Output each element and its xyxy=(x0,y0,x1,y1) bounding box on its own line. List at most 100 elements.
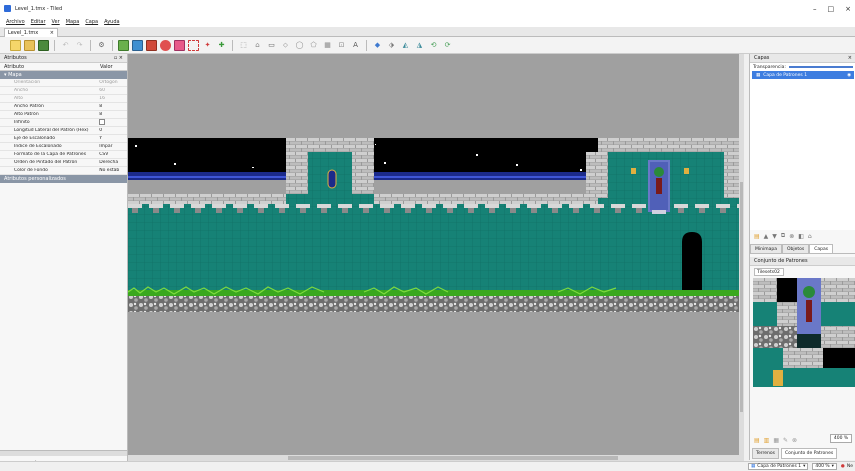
opacity-slider[interactable] xyxy=(788,66,853,68)
property-value[interactable]: No estab xyxy=(99,168,127,173)
map-canvas[interactable] xyxy=(128,54,744,460)
raise-layer-icon[interactable]: ▲ xyxy=(764,233,769,240)
tab-minimap[interactable]: Minimapa xyxy=(750,244,782,253)
scroll-thumb[interactable] xyxy=(740,182,743,412)
magic-wand-icon[interactable]: ✦ xyxy=(202,40,213,51)
property-row[interactable]: Color de Fondo No estab xyxy=(0,167,127,175)
property-row[interactable]: Formato de la Capa de Patrones CSV xyxy=(0,151,127,159)
property-value[interactable]: 0 xyxy=(99,128,127,133)
menu-ver[interactable]: Ver xyxy=(52,19,60,25)
tab-tilesets[interactable]: Conjunto de Patrones xyxy=(781,447,838,459)
checkbox[interactable] xyxy=(99,118,106,125)
wang-fill-icon[interactable]: ⬗ xyxy=(386,40,397,51)
save-icon[interactable] xyxy=(38,39,49,51)
property-row[interactable]: Ancho Patrón 8 xyxy=(0,103,127,111)
rotate-right-icon[interactable]: ⟳ xyxy=(442,40,453,51)
bucket-fill-icon[interactable] xyxy=(146,39,157,51)
property-value[interactable]: 16 xyxy=(99,96,127,101)
panel-close-icon[interactable]: × xyxy=(848,55,852,61)
property-checkbox[interactable] xyxy=(99,118,127,127)
tab-level-1[interactable]: Level_1.tmx × xyxy=(4,28,58,37)
insert-rectangle-icon[interactable]: ▭ xyxy=(266,40,277,51)
property-value[interactable]: 8 xyxy=(99,104,127,109)
new-file-icon[interactable] xyxy=(10,39,21,51)
status-zoom-select[interactable]: 400 % ▾ xyxy=(812,463,837,470)
eraser-icon[interactable] xyxy=(174,39,185,51)
visibility-eye-icon[interactable]: ◉ xyxy=(847,73,851,78)
rectangle-select-icon[interactable] xyxy=(188,39,199,51)
menu-editar[interactable]: Editar xyxy=(31,19,46,25)
section-custom-properties[interactable]: Atributos personalizados xyxy=(0,175,127,183)
tileset-zoom-select[interactable]: 400 % xyxy=(830,434,852,443)
rotate-left-icon[interactable]: ⟲ xyxy=(428,40,439,51)
flip-vertical-icon[interactable]: ◮ xyxy=(414,40,425,51)
close-button[interactable]: × xyxy=(845,5,851,13)
export-tileset-icon[interactable]: ▦ xyxy=(773,437,779,444)
terrain-brush-icon[interactable] xyxy=(132,39,143,51)
tab-objects[interactable]: Objetos xyxy=(782,244,810,253)
commands-icon[interactable]: ⚙ xyxy=(96,40,107,51)
toggle-layers-icon[interactable]: ◧ xyxy=(798,233,804,240)
section-map[interactable]: ▾ Mapa xyxy=(0,71,127,79)
property-row[interactable]: Orden de Pintado del Patrón Derecha xyxy=(0,159,127,167)
menu-capa[interactable]: Capa xyxy=(85,19,98,25)
select-same-tile-icon[interactable]: ✚ xyxy=(216,40,227,51)
property-row[interactable]: Índice de Escalonado Impar xyxy=(0,143,127,151)
menu-archivo[interactable]: Archivo xyxy=(6,19,25,25)
open-file-icon[interactable] xyxy=(24,39,35,51)
minimize-button[interactable]: – xyxy=(813,5,817,13)
layer-item[interactable]: ▦ Capa de Patrones 1 ◉ xyxy=(752,71,854,79)
stamp-brush-icon[interactable] xyxy=(118,39,129,51)
tileset-tab[interactable]: Tilesets02 xyxy=(754,268,784,276)
tab-layers[interactable]: Capas xyxy=(809,244,834,253)
delete-layer-icon[interactable]: ⊗ xyxy=(789,233,794,240)
property-row[interactable]: Longitud Lateral del Patrón (Hex) 0 xyxy=(0,127,127,135)
redo-icon[interactable]: ↷ xyxy=(74,40,85,51)
import-tileset-icon[interactable]: ▥ xyxy=(764,437,770,444)
property-row[interactable]: Ancho 60 xyxy=(0,87,127,95)
select-objects-icon[interactable]: ⬚ xyxy=(238,40,249,51)
property-value[interactable]: CSV xyxy=(99,152,127,157)
insert-ellipse-icon[interactable]: ◯ xyxy=(294,40,305,51)
lock-layer-icon[interactable]: ⌂ xyxy=(808,233,812,240)
panel-float-close-icon[interactable]: ▫ × xyxy=(114,55,123,61)
property-row[interactable]: Orientación Ortogon xyxy=(0,79,127,87)
insert-polygon-icon[interactable]: ⬠ xyxy=(308,40,319,51)
property-value[interactable]: Y xyxy=(99,136,127,141)
undo-icon[interactable]: ↶ xyxy=(60,40,71,51)
new-tileset-icon[interactable]: ▤ xyxy=(754,437,760,444)
insert-text-icon[interactable]: A xyxy=(350,40,361,51)
shape-fill-icon[interactable] xyxy=(160,39,171,51)
edit-polygons-icon[interactable]: ⌂ xyxy=(252,40,263,51)
property-row[interactable]: Infinito xyxy=(0,118,127,127)
menu-mapa[interactable]: Mapa xyxy=(66,19,80,25)
property-row[interactable]: Eje de Escalonado Y xyxy=(0,135,127,143)
property-row[interactable]: Alto 16 xyxy=(0,95,127,103)
flip-horizontal-icon[interactable]: ◭ xyxy=(400,40,411,51)
menu-ayuda[interactable]: Ayuda xyxy=(104,19,119,25)
property-value[interactable]: Derecha xyxy=(99,160,127,165)
property-value[interactable]: Impar xyxy=(99,144,127,149)
new-layer-icon[interactable]: ▤ xyxy=(754,233,760,240)
maximize-button[interactable]: □ xyxy=(828,5,835,13)
insert-point-icon[interactable]: ⬦ xyxy=(280,40,291,51)
tileset-image[interactable] xyxy=(753,278,855,387)
delete-tileset-icon[interactable]: ⊗ xyxy=(792,437,797,444)
lower-layer-icon[interactable]: ▼ xyxy=(772,233,777,240)
duplicate-layer-icon[interactable]: ⧉ xyxy=(781,232,785,240)
news-button[interactable]: ● Ne xyxy=(841,464,853,469)
tab-terrains[interactable]: Terrenos xyxy=(752,447,779,459)
random-mode-icon[interactable]: ◆ xyxy=(372,40,383,51)
rubble-ground xyxy=(128,296,744,312)
edit-tileset-icon[interactable]: ✎ xyxy=(783,437,788,444)
property-value[interactable]: 8 xyxy=(99,112,127,117)
insert-tile-icon[interactable]: ▦ xyxy=(322,40,333,51)
status-layer-select[interactable]: ▦ Capa de Patrones 1 ▾ xyxy=(748,463,809,470)
property-value[interactable]: 60 xyxy=(99,88,127,93)
scroll-thumb[interactable] xyxy=(288,456,618,460)
tab-close-icon[interactable]: × xyxy=(50,30,54,36)
tileset-panel-title: Conjunto de Patrones xyxy=(754,258,808,264)
map-vertical-scrollbar[interactable] xyxy=(739,54,744,455)
property-value[interactable]: Ortogon xyxy=(99,80,127,85)
insert-template-icon[interactable]: ⊡ xyxy=(336,40,347,51)
